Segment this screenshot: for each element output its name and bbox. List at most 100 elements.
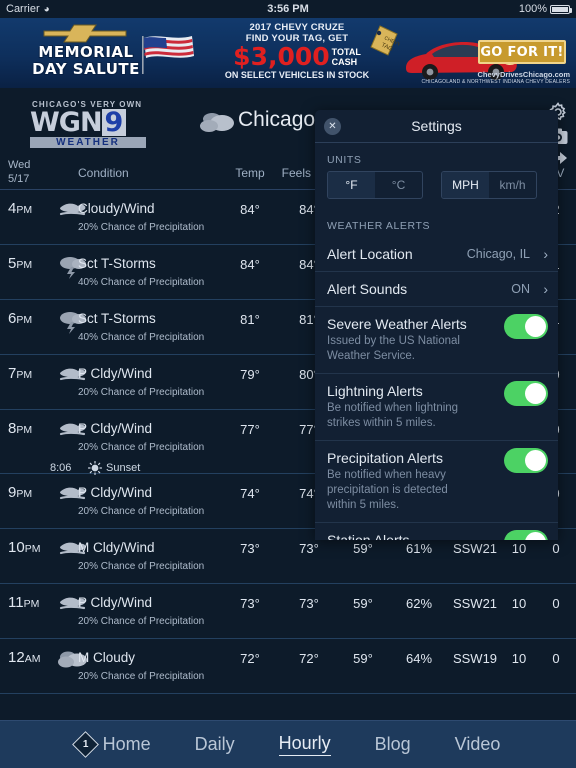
settings-row[interactable]: Severe Weather Alerts Issued by the US Na… <box>315 306 558 373</box>
chevron-right-icon[interactable]: › <box>543 246 548 262</box>
table-row[interactable]: 11PM P Cldy/Wind 20% Chance of Precipitati… <box>0 584 576 639</box>
table-row[interactable]: 12AM M Cloudy 20% Chance of Precipitation 7… <box>0 639 576 694</box>
sun-event-time: 8:06 <box>50 462 72 474</box>
row-temp: 74° <box>240 486 260 501</box>
location-label: Chicago, <box>238 108 321 131</box>
nav-item-daily[interactable]: Daily <box>195 734 235 755</box>
nav-label-hourly: Hourly <box>278 733 331 756</box>
settings-row[interactable]: Alert Sounds ON › <box>315 271 558 306</box>
row-condition: P Cldy/Wind <box>78 595 153 610</box>
row-condition: Sct T-Storms <box>78 256 156 271</box>
unit-fahrenheit-option[interactable]: °F <box>328 172 375 198</box>
bottom-nav: 1 Home Daily Hourly Blog Video <box>0 720 576 768</box>
row-dew-point: 59° <box>353 596 373 611</box>
row-temp: 79° <box>240 367 260 382</box>
row-condition: P Cldy/Wind <box>78 485 153 500</box>
alert-count-badge[interactable]: 1 <box>71 731 99 758</box>
settings-row-toggle[interactable] <box>504 314 548 339</box>
row-temp: 84° <box>240 257 260 272</box>
row-time: 4PM <box>8 200 33 217</box>
ad-banner[interactable]: MEMORIAL DAY SALUTE 2017 CHEVY CRUZE FIN… <box>0 18 576 88</box>
settings-rows: Alert Location Chicago, IL › Alert Sounds ON… <box>315 237 558 540</box>
chevrolet-bowtie-icon <box>43 24 127 43</box>
temperature-unit-segmented-control[interactable]: °F °C <box>327 171 423 199</box>
unit-kmh-option[interactable]: km/h <box>489 172 536 198</box>
nav-label-video: Video <box>454 734 501 754</box>
logo-weather-text: WEATHER <box>30 137 146 148</box>
logo-wgn-text: WGN <box>30 107 103 138</box>
row-humidity: 62% <box>405 596 433 611</box>
settings-row-toggle[interactable] <box>504 381 548 406</box>
row-temp: 73° <box>240 541 260 556</box>
ad-copy-line1: 2017 CHEVY CRUZE <box>249 22 345 33</box>
table-date-value: 5/17 <box>8 173 30 185</box>
col-header-temp: Temp <box>235 166 265 180</box>
settings-row[interactable]: Station AlertsWeather alerts issued by y… <box>315 522 558 540</box>
ad-headline-line2: DAY SALUTE <box>32 60 140 78</box>
row-uv: 0 <box>552 596 560 611</box>
weather-alerts-section-label: WEATHER ALERTS <box>327 220 431 232</box>
ad-headline-line1: MEMORIAL <box>38 43 134 61</box>
row-feels-like: 72° <box>299 651 319 666</box>
unit-celsius-option[interactable]: °C <box>375 172 422 198</box>
row-wind: SSW19 <box>452 651 498 666</box>
unit-mph-option[interactable]: MPH <box>442 172 489 198</box>
ad-headline: MEMORIAL DAY SALUTE <box>22 44 150 78</box>
settings-panel-header: ✕ Settings <box>315 110 558 143</box>
ad-price: $3,000 <box>233 42 330 71</box>
nav-label-daily: Daily <box>194 734 235 754</box>
row-condition: Cloudy/Wind <box>78 201 155 216</box>
row-time: 8PM <box>8 420 33 437</box>
row-time: 6PM <box>8 310 33 327</box>
nav-item-home[interactable]: 1 Home <box>71 731 151 758</box>
battery-icon <box>550 4 572 14</box>
ad-cash-line1: TOTAL <box>331 46 361 57</box>
row-time: 11PM <box>8 594 40 611</box>
row-condition: Sct T-Storms <box>78 311 156 326</box>
row-time: 5PM <box>8 255 33 272</box>
row-visibility: 10 <box>511 541 527 556</box>
row-precipitation: 40% Chance of Precipitation <box>78 277 205 288</box>
settings-row[interactable]: Lightning Alerts Be notified when lightni… <box>315 373 558 440</box>
settings-row[interactable]: Precipitation Alerts Be notified when hea… <box>315 440 558 522</box>
settings-row[interactable]: Alert Location Chicago, IL › <box>315 237 558 271</box>
ad-cta-button[interactable]: GO FOR IT! <box>478 40 566 64</box>
settings-row-toggle[interactable] <box>504 448 548 473</box>
us-flag-icon <box>142 36 194 74</box>
row-temp: 84° <box>240 202 260 217</box>
row-condition: M Cloudy <box>78 650 136 665</box>
nav-label-home: Home <box>102 734 151 754</box>
settings-row-value: Chicago, IL <box>466 247 530 261</box>
settings-panel-title: Settings <box>411 118 462 134</box>
row-time: 12AM <box>8 649 41 666</box>
ad-dealer-site: ChevyDrivesChicago.com <box>477 70 570 79</box>
alert-count-value: 1 <box>82 739 88 750</box>
units-section-label: UNITS <box>327 154 362 166</box>
row-time: 9PM <box>8 484 33 501</box>
ad-dealer-group: CHICAGOLAND & NORTHWEST INDIANA CHEVY DE… <box>421 79 570 85</box>
logo-nine-text: 9 <box>101 109 127 136</box>
row-precipitation: 20% Chance of Precipitation <box>78 222 205 233</box>
row-precipitation: 20% Chance of Precipitation <box>78 387 205 398</box>
chevron-right-icon[interactable]: › <box>543 281 548 297</box>
close-icon[interactable]: ✕ <box>324 118 341 135</box>
battery-percent-label: 100% <box>518 3 547 15</box>
units-controls: °F °C MPH km/h <box>315 171 558 209</box>
row-feels-like: 73° <box>299 541 319 556</box>
ad-cash-line2: CASH <box>331 56 358 67</box>
nav-item-video[interactable]: Video <box>455 734 501 755</box>
row-wind: SSW21 <box>452 541 498 556</box>
row-precipitation: 20% Chance of Precipitation <box>78 506 205 517</box>
col-header-condition: Condition <box>78 166 129 180</box>
speed-unit-segmented-control[interactable]: MPH km/h <box>441 171 537 199</box>
settings-row-value: ON <box>511 282 530 296</box>
row-uv: 0 <box>552 651 560 666</box>
settings-row-toggle[interactable] <box>504 530 548 540</box>
row-dew-point: 59° <box>353 541 373 556</box>
nav-item-hourly[interactable]: Hourly <box>278 733 331 756</box>
ad-dealer-info: ChevyDrivesChicago.com CHICAGOLAND & NOR… <box>422 70 570 85</box>
ad-copy: 2017 CHEVY CRUZE FIND YOUR TAG, GET $3,0… <box>222 22 372 80</box>
row-humidity: 61% <box>405 541 433 556</box>
nav-item-blog[interactable]: Blog <box>375 734 411 755</box>
row-precipitation: 40% Chance of Precipitation <box>78 332 205 343</box>
